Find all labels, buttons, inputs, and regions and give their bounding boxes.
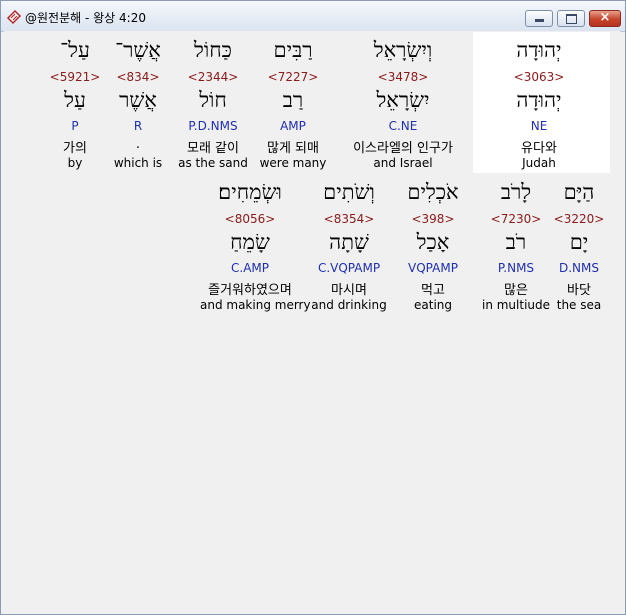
strongs-number[interactable]: <5921> <box>25 70 125 84</box>
english-gloss: and drinking <box>311 298 387 312</box>
korean-gloss: 가의 <box>63 141 87 156</box>
lexical-form: שָׁתָה <box>329 230 369 254</box>
morphology-code: C.VQPAMP <box>317 261 381 275</box>
lexical-form: יְהוּדָה <box>516 88 562 112</box>
english-gloss: Judah <box>522 156 556 170</box>
close-icon: × <box>599 10 611 25</box>
hebrew-word: וּשְׂמֵחִים׃ <box>218 180 282 204</box>
minimize-button[interactable] <box>525 10 553 27</box>
title-bar[interactable]: @원전분해 - 왕상 4:20 × <box>1 1 625 32</box>
lexical-form: עַל <box>64 88 86 112</box>
hebrew-word: יְהוּדָה <box>516 38 562 62</box>
strongs-number[interactable]: <3063> <box>489 70 589 84</box>
lexical-form: שָׂמֵחַ <box>230 230 270 254</box>
window-title: @원전분해 - 왕상 4:20 <box>25 11 146 25</box>
strongs-number[interactable]: <3478> <box>353 70 453 84</box>
morphology-code: C.AMP <box>231 261 269 275</box>
hebrew-word: וְשֹׁתִים <box>323 180 375 204</box>
close-button[interactable]: × <box>589 10 621 27</box>
app-window: @원전분해 - 왕상 4:20 × יְהוּדָה <3063> יְהוּד… <box>0 0 626 615</box>
english-gloss: and Israel <box>373 156 433 170</box>
korean-gloss: 유다와 <box>521 141 557 156</box>
strongs-number[interactable]: <8056> <box>200 212 300 226</box>
morphology-code: P <box>71 119 79 133</box>
maximize-button[interactable] <box>557 10 585 27</box>
korean-gloss: 이스라엘의 인구가 <box>353 141 453 156</box>
strongs-number[interactable]: <8354> <box>299 212 399 226</box>
morphology-code: C.NE <box>388 119 418 133</box>
hebrew-word: עַל־ <box>60 38 90 62</box>
app-logo-icon <box>6 9 22 25</box>
hebrew-word: וְיִשְׂרָאֵל <box>373 38 433 62</box>
lexical-form: יִשְׂרָאֵל <box>376 88 430 112</box>
verse-analysis-panel: יְהוּדָה <3063> יְהוּדָה NE 유다와 Judah וְ… <box>4 31 620 610</box>
english-gloss: by <box>67 156 83 170</box>
morphology-code: NE <box>530 119 548 133</box>
korean-gloss: 마시며 <box>331 283 367 298</box>
korean-gloss: 즐거워하였으며 <box>208 283 292 298</box>
english-gloss: and making merry <box>200 298 311 312</box>
